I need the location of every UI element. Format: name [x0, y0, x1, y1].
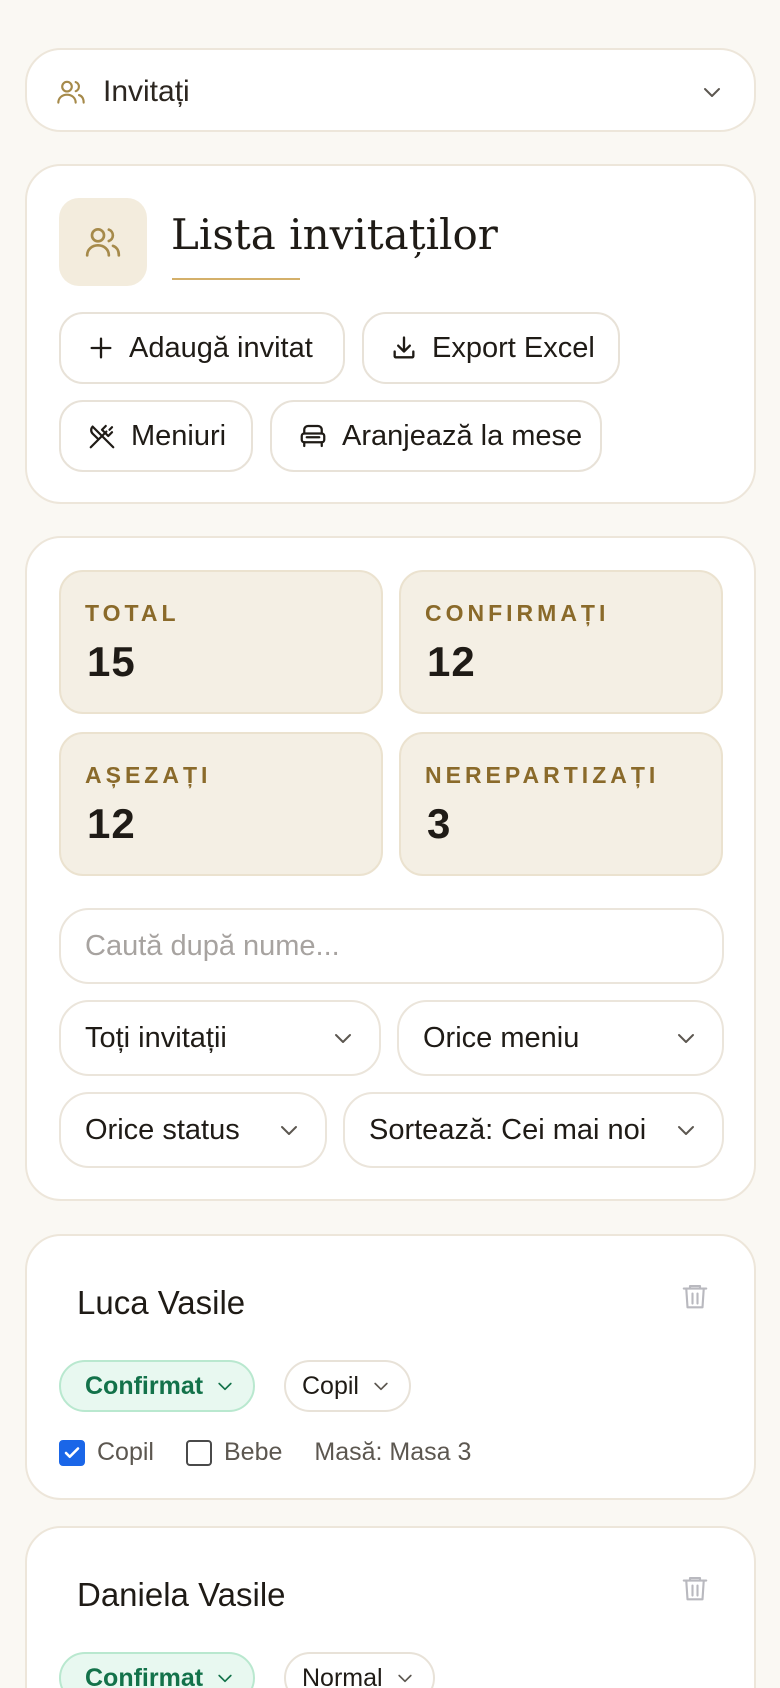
- chevron-down-icon: [359, 1376, 391, 1396]
- add-guest-button[interactable]: Adaugă invitat: [59, 312, 345, 384]
- chevron-down-icon: [203, 1668, 235, 1688]
- chevron-down-icon[interactable]: [700, 80, 724, 104]
- chevron-down-icon: [383, 1668, 415, 1688]
- stat-seated: AȘEZAȚI 12: [59, 732, 383, 876]
- stat-unassigned: NEREPARTIZAȚI 3: [399, 732, 723, 876]
- status-dropdown[interactable]: Confirmat: [59, 1652, 256, 1688]
- guest-type-dropdown[interactable]: Normal: [284, 1652, 435, 1688]
- section-title: Invitați: [103, 75, 190, 108]
- menu-filter-select[interactable]: Orice meniu: [397, 1000, 724, 1076]
- users-icon: [55, 76, 87, 108]
- arrange-tables-button[interactable]: Aranjează la mese: [270, 400, 602, 472]
- page-title: Lista invitaților: [171, 210, 498, 259]
- baby-label: Bebe: [223, 1438, 283, 1466]
- utensils-crossed-icon: [87, 421, 131, 451]
- guest-flags: Copil Bebe Masă: Masa 3: [59, 1438, 471, 1467]
- status-dropdown[interactable]: Confirmat: [59, 1360, 256, 1412]
- chevron-down-icon: [674, 1026, 698, 1050]
- guest-type-value: Normal: [302, 1663, 383, 1688]
- stat-label: NEREPARTIZAȚI: [425, 762, 660, 788]
- add-guest-label: Adaugă invitat: [129, 331, 313, 364]
- guests-filter-value: Toți invitații: [85, 1021, 227, 1054]
- users-icon: [59, 198, 147, 286]
- guest-type-value: Copil: [302, 1371, 359, 1400]
- stat-label: TOTAL: [85, 600, 180, 626]
- table-assignment: Masă: Masa 3: [314, 1438, 472, 1466]
- guest-list-card: Lista invitaților Adaugă invitat Export …: [25, 164, 756, 504]
- title-underline: [172, 278, 300, 280]
- stats-filters-card: TOTAL 15 CONFIRMAȚI 12 AȘEZAȚI 12 NEREPA…: [25, 536, 756, 1201]
- guest-type-dropdown[interactable]: Copil: [284, 1360, 411, 1412]
- export-excel-label: Export Excel: [432, 331, 595, 364]
- stat-label: AȘEZAȚI: [85, 762, 212, 788]
- baby-checkbox[interactable]: [185, 1439, 212, 1466]
- chevron-down-icon: [674, 1118, 698, 1142]
- status-value: Confirmat: [85, 1371, 204, 1400]
- chevron-down-icon: [331, 1026, 355, 1050]
- guest-name: Luca Vasile: [77, 1284, 246, 1321]
- export-excel-button[interactable]: Export Excel: [362, 312, 620, 384]
- arrange-tables-label: Aranjează la mese: [342, 419, 583, 452]
- status-value: Confirmat: [85, 1663, 204, 1688]
- child-label: Copil: [97, 1438, 154, 1466]
- armchair-icon: [298, 421, 342, 451]
- trash-icon[interactable]: [680, 1572, 710, 1604]
- sort-select[interactable]: Sortează: Cei mai noi: [343, 1092, 724, 1168]
- sort-value: Sortează: Cei mai noi: [369, 1113, 647, 1146]
- status-filter-value: Orice status: [85, 1113, 240, 1146]
- stat-confirmed: CONFIRMAȚI 12: [399, 570, 723, 714]
- trash-icon[interactable]: [680, 1280, 710, 1312]
- section-header-invitati[interactable]: Invitați: [25, 48, 756, 132]
- child-checkbox[interactable]: [59, 1439, 85, 1466]
- stat-label: CONFIRMAȚI: [425, 600, 610, 626]
- download-icon: [390, 334, 432, 362]
- plus-icon: [87, 334, 129, 362]
- stat-value: 3: [427, 800, 452, 847]
- menu-filter-value: Orice meniu: [423, 1021, 580, 1054]
- guest-name: Daniela Vasile: [77, 1576, 286, 1613]
- stat-value: 12: [427, 638, 476, 685]
- stat-value: 15: [87, 638, 136, 685]
- menus-label: Meniuri: [131, 419, 227, 452]
- search-input[interactable]: [59, 908, 724, 984]
- chevron-down-icon: [203, 1376, 235, 1396]
- guest-card: Luca Vasile Confirmat Copil Copil Bebe M…: [25, 1234, 756, 1500]
- status-filter-select[interactable]: Orice status: [59, 1092, 327, 1168]
- stat-value: 12: [87, 800, 136, 847]
- guest-card: Daniela Vasile Confirmat Normal: [25, 1526, 756, 1688]
- guests-filter-select[interactable]: Toți invitații: [59, 1000, 381, 1076]
- chevron-down-icon: [277, 1118, 301, 1142]
- menus-button[interactable]: Meniuri: [59, 400, 253, 472]
- stat-total: TOTAL 15: [59, 570, 383, 714]
